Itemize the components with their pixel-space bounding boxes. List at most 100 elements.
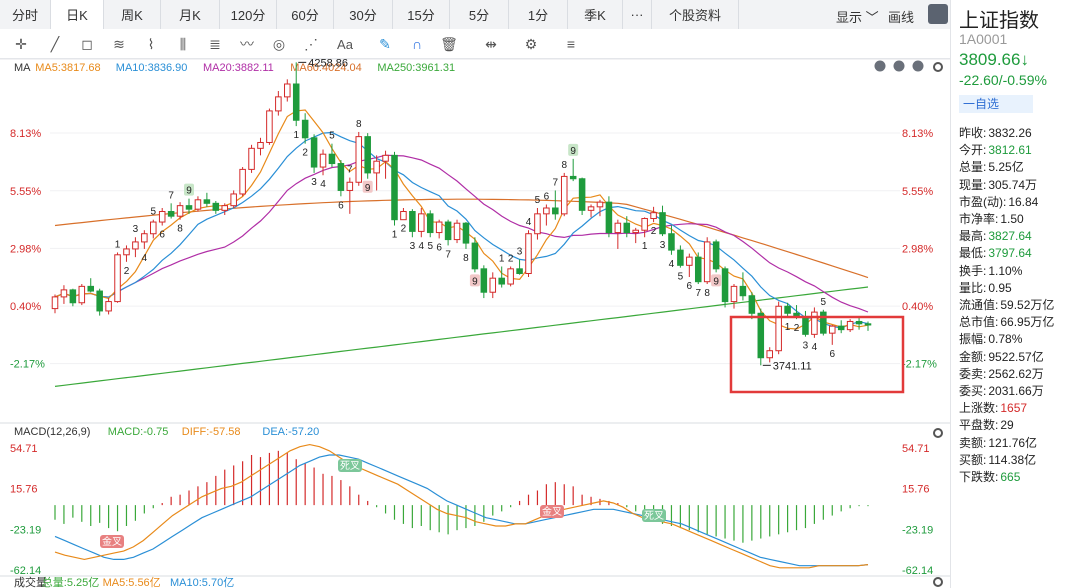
candle-body: [828, 325, 836, 334]
tab-1[interactable]: 日K: [51, 0, 104, 29]
count-label: 2: [508, 253, 514, 264]
ma250-line: [54, 286, 869, 387]
text-icon[interactable]: Aa: [334, 33, 356, 55]
stat-value: 0.78%: [988, 332, 1023, 347]
tab-2[interactable]: 周K: [104, 0, 161, 29]
candle-body: [382, 154, 389, 162]
candle-body: [275, 96, 282, 112]
stat-value: 665: [1000, 470, 1021, 484]
candle-body: [96, 290, 103, 312]
tab-8[interactable]: 5分: [450, 0, 509, 29]
fan-icon[interactable]: ≋: [108, 33, 130, 55]
ma-legend-item: MA250:3961.31: [377, 62, 455, 74]
candle-body: [266, 110, 273, 143]
tab-4[interactable]: 120分: [220, 0, 277, 29]
count-label: 6: [159, 230, 165, 241]
settings-icon[interactable]: [928, 4, 948, 24]
tab-6[interactable]: 30分: [334, 0, 393, 29]
stat-label: 换手:: [959, 263, 987, 278]
candle-body: [167, 211, 175, 217]
candle-body: [292, 83, 300, 121]
draw-line-button[interactable]: 画线: [888, 7, 914, 26]
stat-label: 金额:: [959, 349, 987, 364]
candle-body: [641, 218, 648, 231]
count-label: 6: [687, 281, 693, 292]
low-annotation: 3741.11: [773, 360, 812, 372]
index-name: 上证指数: [959, 10, 1039, 32]
macd-axis-right: 54.71: [902, 443, 930, 455]
tab-10[interactable]: 季K: [568, 0, 623, 29]
high-annotation: 4258.86: [308, 58, 348, 69]
stat-row: 委卖: 2562.62万: [959, 365, 1044, 382]
stat-row: 买额: 114.38亿: [959, 451, 1036, 468]
display-menu[interactable]: 显示 ﹀: [836, 7, 879, 26]
stat-value: 305.74万: [988, 177, 1038, 192]
candle-body: [248, 147, 255, 170]
count-label: 3: [660, 240, 666, 251]
candle-body: [158, 211, 166, 223]
tab-7[interactable]: 15分: [393, 0, 450, 29]
eye-icon[interactable]: ⇹: [480, 33, 502, 55]
count-label: 1: [115, 239, 121, 250]
tab-11[interactable]: ···: [623, 0, 652, 29]
gann-icon[interactable]: ⫼: [172, 33, 194, 55]
cycle-icon[interactable]: ◎: [268, 33, 290, 55]
stat-row: 流通值: 59.52万亿: [959, 296, 1054, 313]
count-label: 7: [347, 165, 353, 176]
stat-value: 3832.26: [988, 126, 1032, 140]
candle-body: [757, 312, 765, 359]
candle-body: [319, 153, 327, 168]
count-label: 1: [642, 241, 648, 252]
candle-body: [310, 137, 318, 168]
rect-icon[interactable]: ◻: [76, 33, 98, 55]
candle-body: [739, 285, 747, 297]
tab-0[interactable]: 分时: [0, 0, 51, 29]
candle-body: [284, 83, 291, 98]
candle-body: [766, 350, 773, 359]
fib-icon[interactable]: ≣: [204, 33, 226, 55]
stat-label: 卖额:: [959, 435, 987, 450]
wave-icon[interactable]: ⌇: [140, 33, 162, 55]
candle-body: [784, 305, 791, 314]
vol-legend-item: MA5:5.56亿: [103, 576, 161, 588]
kline-chart[interactable]: MA MA5:3817.68 MA10:3836.90 MA20:3882.11 MA6…: [0, 58, 950, 588]
gear-icon[interactable]: ⚙: [520, 33, 542, 55]
count-label: 5: [427, 241, 433, 252]
candle-body: [418, 213, 425, 232]
index-price: 3809.66↓: [959, 50, 1029, 69]
pattern-icon[interactable]: 〰: [236, 33, 258, 55]
count-label: 6: [436, 242, 442, 253]
angle-icon[interactable]: ⋰: [300, 33, 322, 55]
tab-3[interactable]: 月K: [161, 0, 220, 29]
stat-row: 换手: 1.10%: [959, 262, 1022, 279]
candle-body: [51, 296, 59, 310]
pen-icon[interactable]: ✎: [374, 33, 396, 55]
layers-icon[interactable]: ≡: [560, 33, 582, 55]
macd-axis-right: 15.76: [902, 484, 930, 496]
tab-9[interactable]: 1分: [509, 0, 568, 29]
candle-body: [391, 154, 398, 221]
count-label: 4: [419, 241, 425, 252]
count-label: 9: [186, 186, 192, 197]
candle-body: [668, 233, 675, 251]
line-icon[interactable]: ╱: [44, 33, 66, 55]
candle-body: [820, 311, 827, 334]
tab-5[interactable]: 60分: [277, 0, 334, 29]
price-axis-left: 2.98%: [10, 243, 41, 255]
magnet-icon[interactable]: ∩: [406, 33, 428, 55]
macd-legend-item: MACD:-0.75: [108, 426, 169, 438]
dea-line: [54, 454, 869, 567]
price-axis-left: 0.40%: [10, 301, 41, 313]
crosshair-icon[interactable]: ✛: [10, 33, 32, 55]
stat-row: 总市值: 66.95万亿: [959, 313, 1054, 330]
add-watchlist-button[interactable]: 一自选: [959, 95, 1033, 113]
count-label: 2: [124, 266, 130, 277]
price-axis-left: -2.17%: [10, 359, 45, 371]
stat-row: 昨收: 3832.26: [959, 124, 1032, 141]
macd-axis-left: 15.76: [10, 484, 38, 496]
candle-body: [105, 301, 112, 312]
candle-body: [650, 212, 657, 220]
tab-12[interactable]: 个股资料: [652, 0, 739, 29]
trash-icon[interactable]: 🗑: [438, 33, 460, 55]
count-label: 5: [150, 207, 156, 218]
